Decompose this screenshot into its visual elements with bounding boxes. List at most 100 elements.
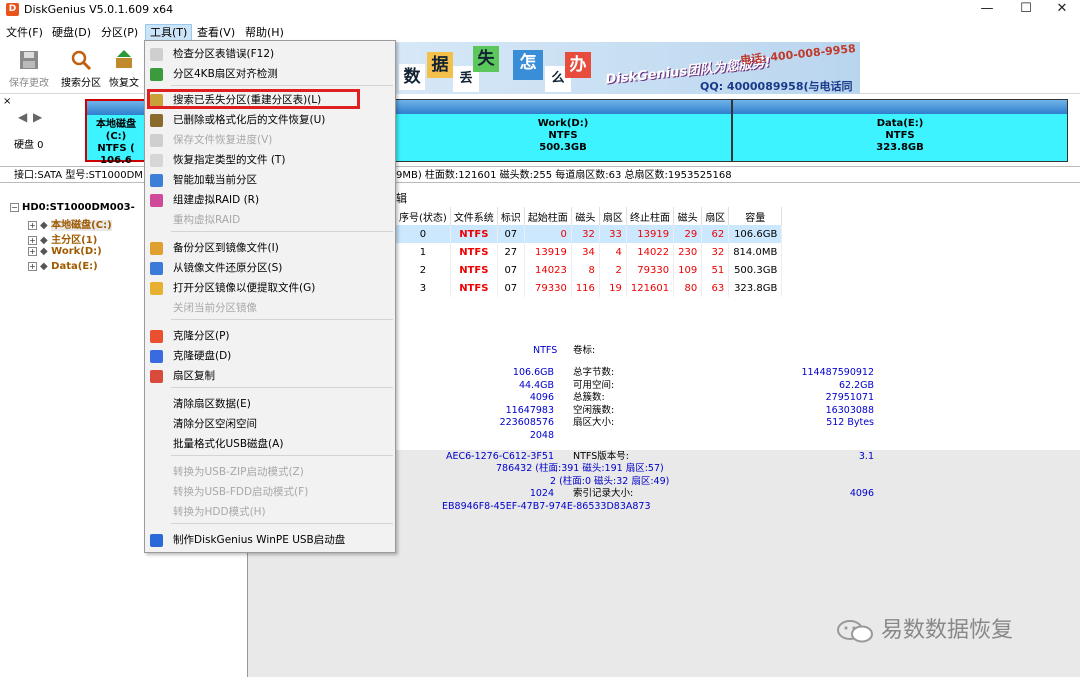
col-header[interactable]: 文件系统 <box>450 207 498 225</box>
table-cell: 106.6GB <box>728 225 783 243</box>
tools-menu-item[interactable]: 智能加载当前分区 <box>145 171 395 190</box>
tools-menu-item[interactable]: 打开分区镜像以便提取文件(G) <box>145 279 395 298</box>
table-cell: 62 <box>701 225 730 243</box>
prev-disk-icon[interactable]: ◀ <box>18 110 27 124</box>
tools-menu-item[interactable]: 克隆分区(P) <box>145 327 395 346</box>
table-cell: 34 <box>571 243 600 261</box>
partition-table: 序号(状态) 文件系统 标识 起始柱面 磁头 扇区 终止柱面 磁头 扇区 容量 … <box>396 207 783 297</box>
table-cell: 07 <box>497 225 525 243</box>
tree-item-e[interactable]: + ◆ Data(E:) <box>28 261 98 272</box>
partition-cap <box>733 100 1067 114</box>
align-icon <box>150 68 163 81</box>
partition-icon: ◆ <box>40 246 52 257</box>
tree-label: Work(D:) <box>51 246 102 257</box>
table-cell: 14022 <box>626 243 675 261</box>
tools-menu-item[interactable]: 备份分区到镜像文件(I) <box>145 239 395 258</box>
tools-menu-item: 保存文件恢复进度(V) <box>145 131 395 150</box>
table-cell: 33 <box>599 225 627 243</box>
banner-char: 数 <box>399 64 425 90</box>
col-header[interactable]: 磁头 <box>571 207 600 225</box>
tree-root-disk[interactable]: − HD0:ST1000DM003- <box>10 202 135 213</box>
partition-fs: NTFS <box>885 130 915 141</box>
table-row[interactable]: 1 NTFS 27 13919 34 4 14022 230 32 814.0MB <box>396 243 783 261</box>
expand-icon[interactable]: + <box>28 236 37 245</box>
partition-size: 323.8GB <box>876 142 924 153</box>
close-button[interactable]: ✕ <box>1040 0 1080 20</box>
table-row[interactable]: 2 NTFS 07 14023 8 2 79330 109 51 500.3GB <box>396 261 783 279</box>
ad-banner[interactable]: 数 据 丢 失 怎 么 办 DiskGenius团队为您服务! 电话: 400-… <box>395 42 860 94</box>
table-cell: 8 <box>571 261 600 279</box>
left-values: 106.6GB 44.4GB 4096 11647983 223608576 2048 <box>499 367 554 441</box>
table-cell: 27 <box>497 243 525 261</box>
table-cell: 116 <box>571 279 600 297</box>
tools-menu-label: 备份分区到镜像文件(I) <box>173 242 279 254</box>
tree-label: 主分区(1) <box>51 235 98 246</box>
close-panel-icon[interactable]: × <box>3 96 11 107</box>
expand-icon[interactable]: + <box>28 262 37 271</box>
table-row[interactable]: 0 NTFS 07 0 32 33 13919 29 62 106.6GB <box>396 225 783 243</box>
tools-menu-item[interactable]: 组建虚拟RAID (R) <box>145 191 395 210</box>
tools-menu-item: 转换为USB-FDD启动模式(F) <box>145 483 395 502</box>
tree-item-d[interactable]: + ◆ Work(D:) <box>28 246 102 257</box>
menu-help[interactable]: 帮助(H) <box>241 24 288 41</box>
menu-tools[interactable]: 工具(T) <box>145 24 193 41</box>
table-row[interactable]: 3 NTFS 07 79330 116 19 121601 80 63 323.8GB <box>396 279 783 297</box>
col-header[interactable]: 扇区 <box>701 207 730 225</box>
tree-label: 本地磁盘(C:) <box>51 220 112 231</box>
col-header[interactable]: 扇区 <box>599 207 627 225</box>
index-size-value: 4096 <box>849 488 874 499</box>
search-partition-button[interactable]: 搜索分区 <box>56 46 106 92</box>
table-cell: 29 <box>673 225 703 243</box>
partition-block-c[interactable]: 本地磁盘(C:) NTFS (106.6 <box>85 99 147 166</box>
menu-disk[interactable]: 硬盘(D) <box>48 24 95 41</box>
index-value: 1024 <box>529 488 554 499</box>
search-partition-label: 搜索分区 <box>61 78 101 89</box>
tools-menu-item[interactable]: 已删除或格式化后的文件恢复(U) <box>145 111 395 130</box>
expand-icon[interactable]: + <box>28 221 37 230</box>
tools-menu-item[interactable]: 制作DiskGenius WinPE USB启动盘 <box>145 531 395 550</box>
tools-menu-label: 恢复指定类型的文件 (T) <box>173 154 286 166</box>
collapse-icon[interactable]: − <box>10 203 19 212</box>
col-header[interactable]: 序号(状态) <box>396 207 451 225</box>
menu-separator <box>171 85 393 86</box>
col-header[interactable]: 终止柱面 <box>626 207 675 225</box>
recover-files-icon <box>150 114 163 127</box>
tools-menu-item[interactable]: 恢复指定类型的文件 (T) <box>145 151 395 170</box>
col-header[interactable]: 容量 <box>728 207 783 225</box>
tools-menu-label: 分区4KB扇区对齐检测 <box>173 68 278 80</box>
col-header[interactable]: 标识 <box>497 207 525 225</box>
tab-edit[interactable]: 辑 <box>396 190 407 206</box>
tools-menu-item[interactable]: 分区4KB扇区对齐检测 <box>145 65 395 84</box>
tools-menu-item[interactable]: 清除扇区数据(E) <box>145 395 395 414</box>
tools-menu-label: 克隆硬盘(D) <box>173 350 232 362</box>
table-cell: 3 <box>396 279 451 297</box>
sector-copy-icon <box>150 370 163 383</box>
menu-file[interactable]: 文件(F) <box>2 24 47 41</box>
next-disk-icon[interactable]: ▶ <box>33 110 42 124</box>
partition-block-d[interactable]: Work(D:) NTFS 500.3GB <box>395 99 732 162</box>
watermark: 易数数据恢复 <box>835 612 1055 644</box>
partition-fs: NTFS <box>548 130 578 141</box>
expand-icon[interactable]: + <box>28 247 37 256</box>
tools-menu-item[interactable]: 检查分区表错误(F12) <box>145 45 395 64</box>
tree-item-c[interactable]: + ◆ 本地磁盘(C:) <box>28 216 112 231</box>
col-header[interactable]: 磁头 <box>673 207 703 225</box>
save-changes-button[interactable]: 保存更改 <box>4 46 54 92</box>
banner-phone: 电话: 400-008-9958 <box>739 42 857 68</box>
tools-menu-item[interactable]: 从镜像文件还原分区(S) <box>145 259 395 278</box>
menu-view[interactable]: 查看(V) <box>193 24 239 41</box>
disk-label: 硬盘 0 <box>14 140 44 151</box>
partition-block-e[interactable]: Data(E:) NTFS 323.8GB <box>732 99 1068 162</box>
table-cell: 13919 <box>524 243 572 261</box>
tools-menu-item[interactable]: 扇区复制 <box>145 367 395 386</box>
col-header[interactable]: 起始柱面 <box>524 207 572 225</box>
tools-menu-item[interactable]: 克隆硬盘(D) <box>145 347 395 366</box>
menu-partition[interactable]: 分区(P) <box>97 24 142 41</box>
tools-menu-item[interactable]: 清除分区空闲空间 <box>145 415 395 434</box>
table-cell: 814.0MB <box>728 243 783 261</box>
tools-menu-item[interactable]: 批量格式化USB磁盘(A) <box>145 435 395 454</box>
recover-files-button[interactable]: 恢复文 <box>104 46 144 92</box>
tree-item-primary1[interactable]: + ◆ 主分区(1) <box>28 231 97 246</box>
minimize-button[interactable]: — <box>965 0 1009 20</box>
serial-value: AEC6-1276-C612-3F51 <box>445 451 554 462</box>
